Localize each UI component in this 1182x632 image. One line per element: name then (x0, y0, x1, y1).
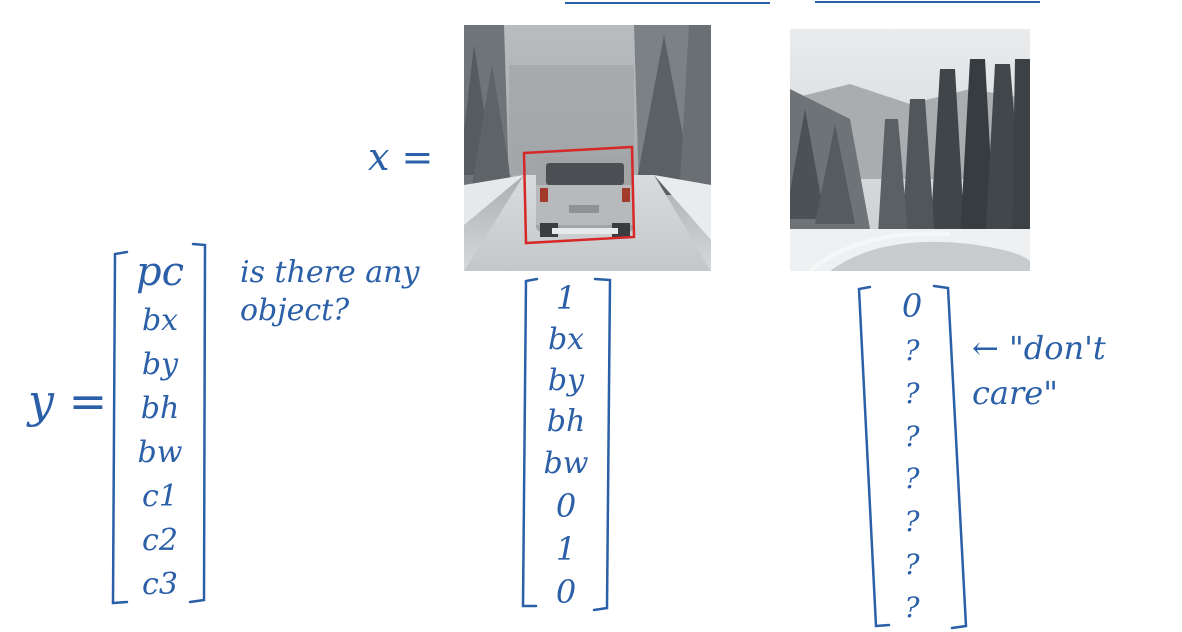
x-equals-label: x = (368, 135, 434, 179)
y-equals-label: y = (28, 374, 108, 428)
y-left-bracket (111, 250, 129, 605)
y-vector-entry: bw (137, 435, 183, 470)
empty-vector-entry: ? (904, 505, 920, 539)
car-vector-entry: by (547, 363, 585, 399)
y-vector-entry: by (141, 347, 179, 382)
empty-vector-entry: ? (904, 590, 920, 624)
empty-vector-entry: ? (904, 419, 920, 453)
car-right-bracket (592, 277, 612, 612)
y-vector-entry: pc (135, 249, 184, 295)
empty-vector-entry: ? (904, 548, 920, 582)
car-vector-entry: bw (543, 445, 589, 481)
empty-vector-entry: ? (904, 462, 920, 496)
car-left-bracket (521, 277, 539, 608)
car-vector-entry: bx (547, 322, 585, 358)
empty-vector: 0 ? ? ? ? ? ? ? (880, 290, 944, 622)
empty-vector-entry: 0 (901, 287, 923, 325)
y-vector: pc bx by bh bw c1 c2 c3 (128, 252, 192, 600)
dont-care-annotation: ← "don't care" (972, 329, 1106, 412)
empty-vector-entry: ? (904, 333, 920, 367)
car-vector-entry: 1 (555, 529, 577, 568)
y-vector-entry: bh (140, 391, 180, 426)
y-vector-entry: c3 (142, 567, 178, 602)
y-vector-entry: c2 (142, 523, 178, 558)
y-vector-entry: bx (141, 303, 179, 338)
car-vector-entry: 0 (555, 486, 577, 525)
car-vector-entry: 0 (555, 572, 577, 611)
car-vector: 1 bx by bh bw 0 1 0 (538, 282, 594, 608)
car-vector-entry: 1 (555, 279, 577, 317)
empty-vector-entry: ? (904, 376, 920, 410)
question-annotation: is there any object? (240, 255, 420, 328)
y-right-bracket (188, 242, 207, 604)
car-vector-entry: bh (546, 404, 586, 440)
y-vector-entry: c1 (142, 479, 178, 514)
